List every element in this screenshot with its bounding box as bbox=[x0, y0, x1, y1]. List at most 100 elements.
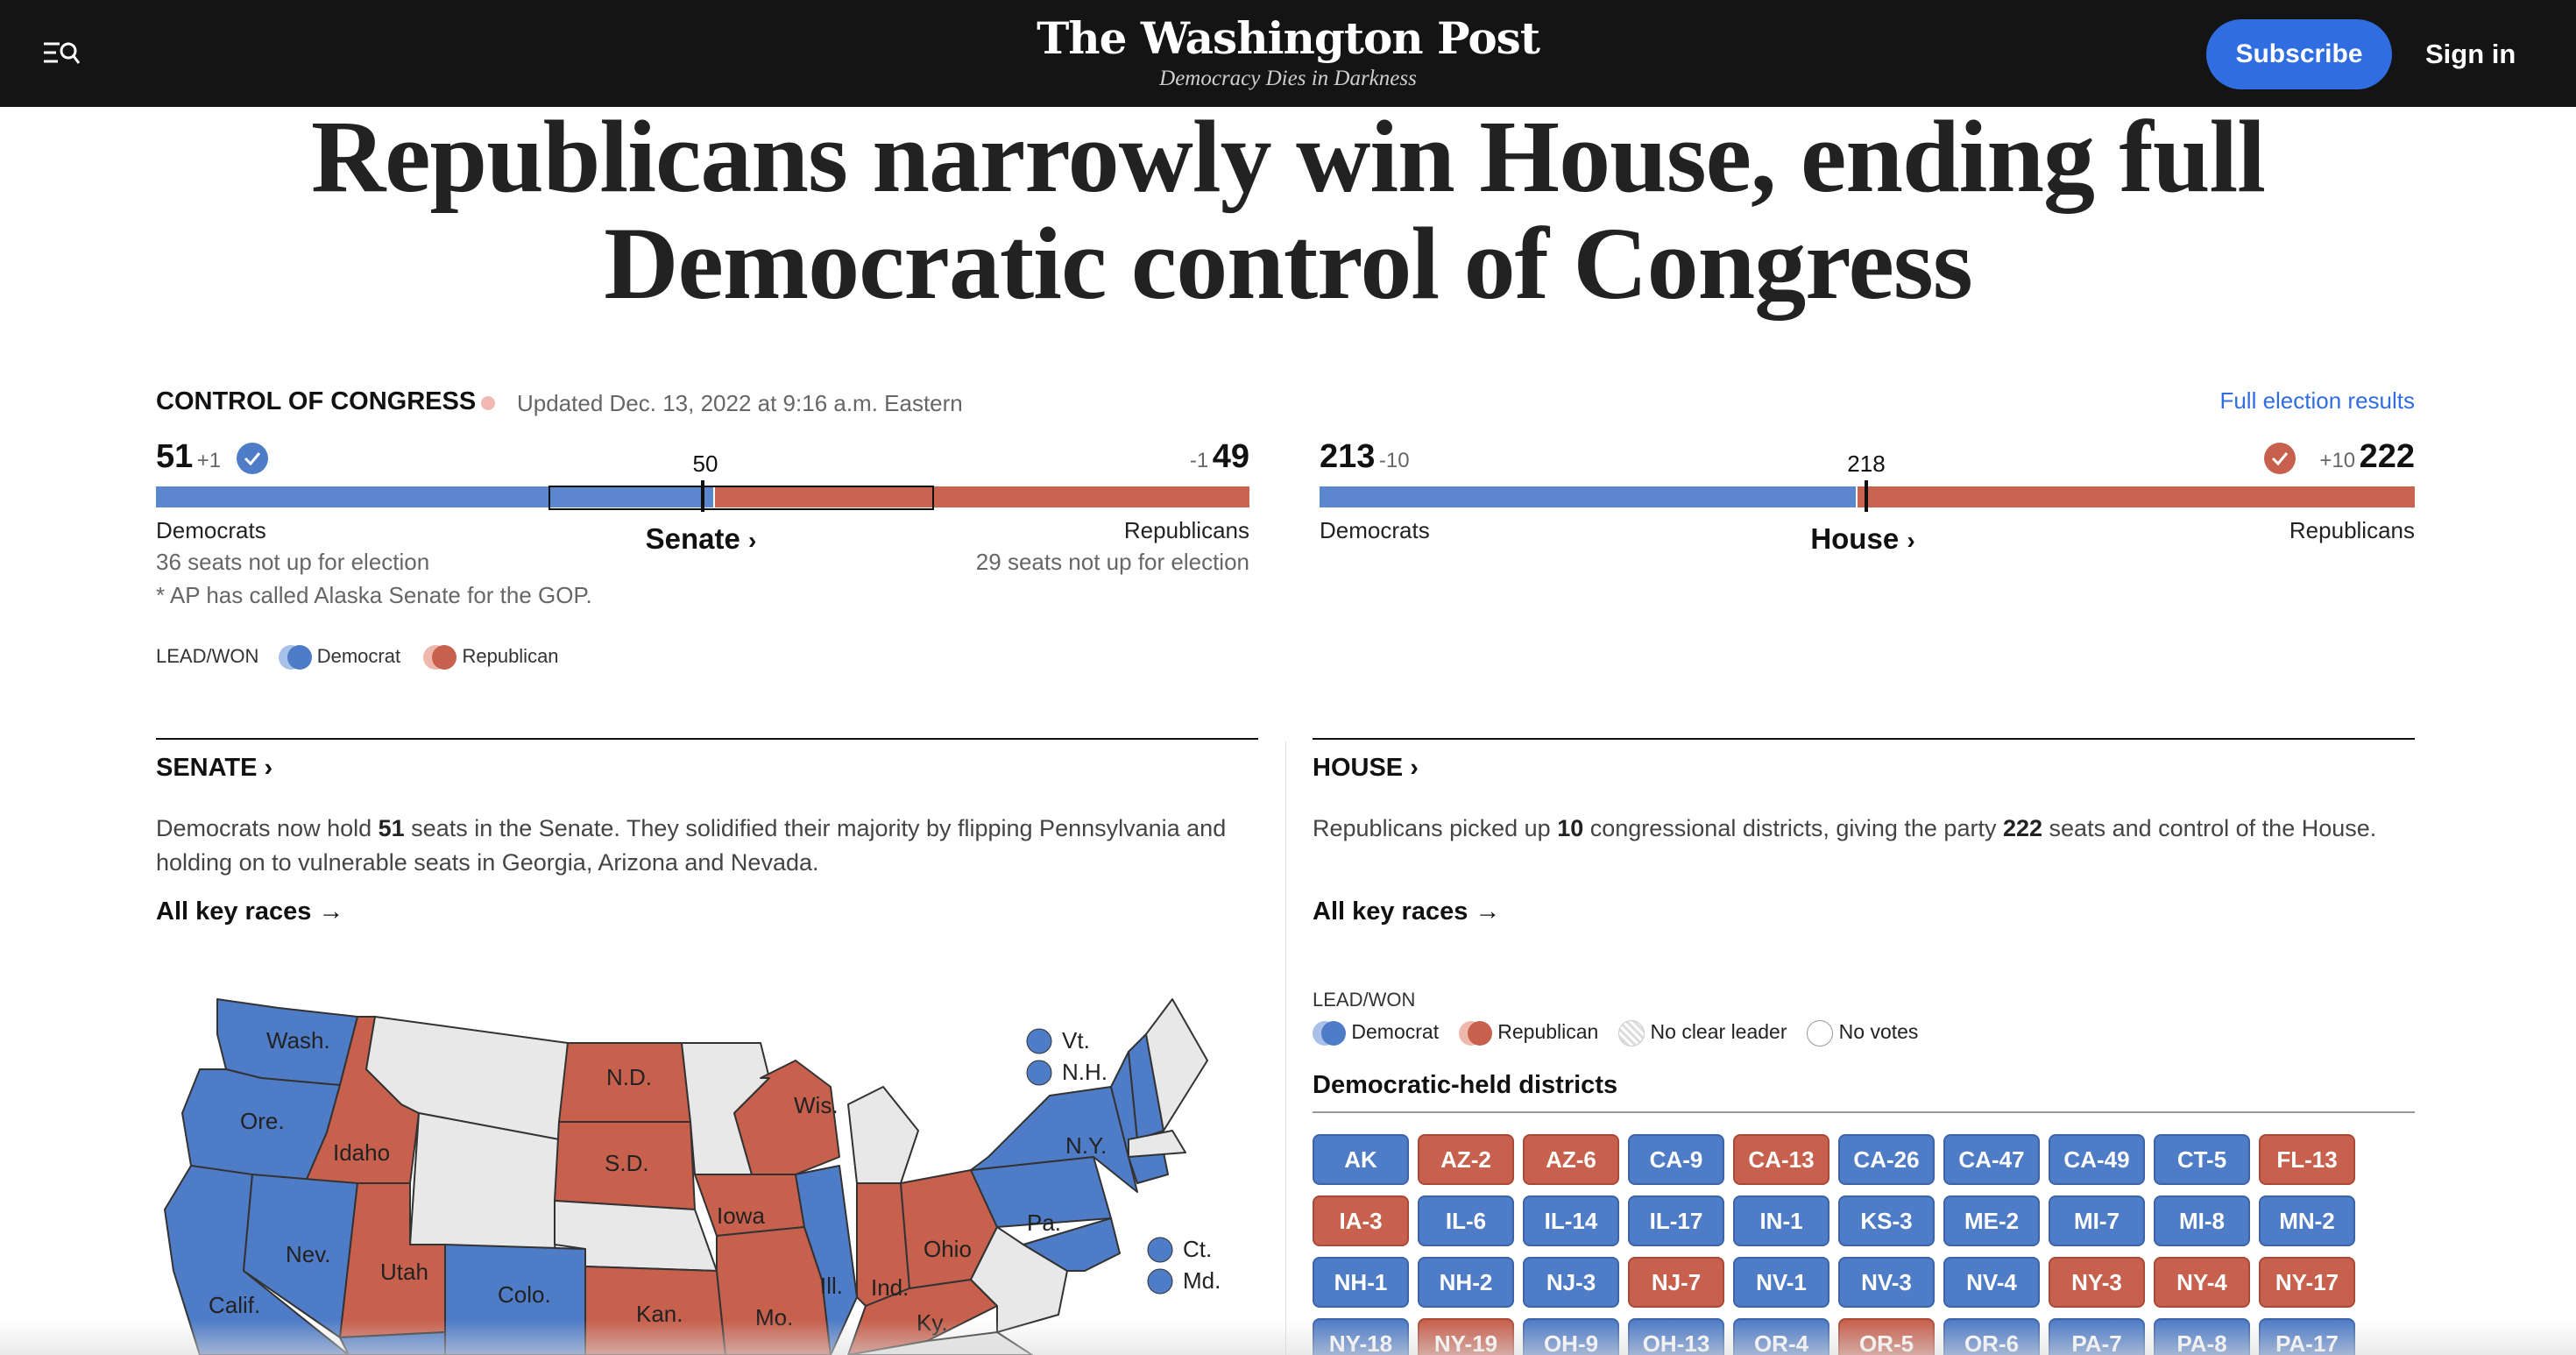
house-dem-count: 213 -10 bbox=[1320, 438, 1410, 476]
senate-section-title-link[interactable]: SENATE › bbox=[156, 754, 272, 783]
district-pill[interactable]: NH-2 bbox=[1418, 1257, 1514, 1308]
senate-dem-seats: 51 bbox=[156, 438, 194, 475]
district-pill[interactable]: CA-9 bbox=[1628, 1134, 1724, 1185]
district-pill[interactable]: NV-3 bbox=[1838, 1257, 1935, 1308]
district-pill[interactable]: IN-1 bbox=[1733, 1195, 1829, 1246]
house-majority-label: 218 bbox=[1847, 450, 1886, 477]
district-pill[interactable]: NY-3 bbox=[2049, 1257, 2145, 1308]
map-state-label: Ct. bbox=[1183, 1236, 1212, 1262]
map-state-label: Ill. bbox=[820, 1273, 843, 1299]
map-state-label: Ind. bbox=[871, 1274, 909, 1301]
districts-rule bbox=[1313, 1111, 2415, 1113]
district-pill[interactable]: ME-2 bbox=[1943, 1195, 2040, 1246]
page-headline: Republicans narrowly win House, ending f… bbox=[310, 99, 2266, 321]
senate-results-map[interactable]: Wash. Ore. Idaho Calif. Nev. Utah Colo. N.D. S.D… bbox=[156, 982, 1225, 1355]
district-pill[interactable]: MI-7 bbox=[2049, 1195, 2145, 1246]
house-key-races-link[interactable]: All key races → bbox=[1313, 897, 1500, 926]
legend-no-clear-leader: No clear leader bbox=[1650, 1020, 1787, 1044]
district-pill[interactable]: NJ-3 bbox=[1523, 1257, 1619, 1308]
site-logo[interactable]: The Washington Post bbox=[0, 12, 2576, 64]
senate-title-link[interactable]: Senate › bbox=[613, 522, 789, 556]
chevron-right-icon: › bbox=[748, 527, 757, 554]
bottom-fade bbox=[0, 1320, 2576, 1355]
senate-key-races-link[interactable]: All key races → bbox=[156, 897, 343, 926]
chevron-right-icon: › bbox=[1907, 527, 1915, 554]
legend-dem: Democrat bbox=[316, 645, 401, 667]
district-pill[interactable]: NJ-7 bbox=[1628, 1257, 1724, 1308]
live-indicator-icon bbox=[481, 396, 495, 410]
senate-seats-up-box bbox=[548, 486, 934, 510]
democratic-held-districts-title: Democratic-held districts bbox=[1313, 1071, 1618, 1099]
house-summary-3: seats and control of the House. bbox=[2042, 815, 2377, 841]
senate-rep-seats: 49 bbox=[1212, 438, 1249, 475]
control-legend: LEAD/WON Democrat Republican bbox=[156, 645, 559, 670]
house-dem-seats: 213 bbox=[1320, 438, 1376, 475]
district-pill[interactable]: AZ-2 bbox=[1418, 1134, 1514, 1185]
district-pill[interactable]: NV-4 bbox=[1943, 1257, 2040, 1308]
district-pill[interactable]: NV-1 bbox=[1733, 1257, 1829, 1308]
house-summary-bold-1: 10 bbox=[1557, 815, 1584, 841]
senate-rep-label: Republicans bbox=[1123, 517, 1249, 543]
district-pill[interactable]: CT-5 bbox=[2154, 1134, 2250, 1185]
map-state-label: Pa. bbox=[1027, 1210, 1061, 1236]
subscribe-button[interactable]: Subscribe bbox=[2206, 19, 2392, 89]
chevron-right-icon: › bbox=[264, 754, 273, 782]
full-election-results-link[interactable]: Full election results bbox=[2190, 387, 2415, 415]
sign-in-link[interactable]: Sign in bbox=[2425, 19, 2516, 89]
district-pill[interactable]: IL-14 bbox=[1523, 1195, 1619, 1246]
district-pill[interactable]: AK bbox=[1313, 1134, 1409, 1185]
district-pill[interactable]: KS-3 bbox=[1838, 1195, 1935, 1246]
no-votes-dot-icon bbox=[1807, 1020, 1834, 1046]
column-divider bbox=[1285, 741, 1286, 1355]
senate-balance-bar bbox=[156, 480, 1249, 512]
map-state-label: Calif. bbox=[209, 1292, 260, 1318]
senate-dem-note: 36 seats not up for election bbox=[156, 549, 430, 575]
district-pill[interactable]: IL-6 bbox=[1418, 1195, 1514, 1246]
house-dem-change: -10 bbox=[1378, 449, 1410, 472]
senate-footnote: * AP has called Alaska Senate for the GO… bbox=[156, 582, 592, 608]
senate-summary-1: Democrats now hold bbox=[156, 815, 379, 841]
district-pill[interactable]: CA-47 bbox=[1943, 1134, 2040, 1185]
house-rep-change: +10 bbox=[2319, 449, 2356, 472]
district-pill[interactable]: MI-8 bbox=[2154, 1195, 2250, 1246]
map-state-michigan bbox=[847, 1086, 919, 1184]
no-clear-leader-dot-icon bbox=[1618, 1020, 1645, 1046]
senate-section-rule bbox=[156, 738, 1258, 740]
map-state-label: Iowa bbox=[717, 1202, 765, 1229]
map-dot-ct bbox=[1147, 1237, 1173, 1263]
senate-dem-change: +1 bbox=[196, 449, 222, 472]
district-pill[interactable]: AZ-6 bbox=[1523, 1134, 1619, 1185]
map-state-label: N.H. bbox=[1062, 1059, 1108, 1085]
house-summary: Republicans picked up 10 congressional d… bbox=[1313, 812, 2415, 846]
senate-key-races-label: All key races bbox=[156, 897, 312, 926]
district-pill[interactable]: IA-3 bbox=[1313, 1195, 1409, 1246]
dem-won-dot-icon bbox=[287, 645, 312, 670]
district-pill[interactable]: NY-17 bbox=[2259, 1257, 2355, 1308]
senate-dem-won-check-icon bbox=[237, 443, 268, 474]
house-majority-marker bbox=[1865, 480, 1868, 512]
district-pill[interactable]: CA-49 bbox=[2049, 1134, 2145, 1185]
house-summary-2: congressional districts, giving the part… bbox=[1583, 815, 2003, 841]
legend-rep: Republican bbox=[1497, 1020, 1599, 1044]
map-state-label: Utah bbox=[380, 1259, 428, 1285]
house-section-rule bbox=[1313, 738, 2415, 740]
house-section-title-link[interactable]: HOUSE › bbox=[1313, 754, 1419, 783]
map-state-label: Colo. bbox=[498, 1281, 551, 1308]
map-dot-md bbox=[1147, 1268, 1173, 1295]
district-pill[interactable]: CA-13 bbox=[1733, 1134, 1829, 1185]
house-title-link[interactable]: House › bbox=[1775, 522, 1950, 556]
district-pill[interactable]: CA-26 bbox=[1838, 1134, 1935, 1185]
house-balance-bar bbox=[1320, 480, 2415, 512]
district-pill[interactable]: MN-2 bbox=[2259, 1195, 2355, 1246]
senate-majority-marker bbox=[701, 480, 704, 512]
dem-won-dot-icon bbox=[1321, 1021, 1346, 1046]
senate-rep-change: -1 bbox=[1189, 449, 1209, 472]
district-pill[interactable]: NH-1 bbox=[1313, 1257, 1409, 1308]
rep-won-dot-icon bbox=[1467, 1021, 1492, 1046]
district-pill[interactable]: FL-13 bbox=[2259, 1134, 2355, 1185]
district-pill[interactable]: IL-17 bbox=[1628, 1195, 1724, 1246]
district-pill[interactable]: NY-4 bbox=[2154, 1257, 2250, 1308]
house-rep-seats: 222 bbox=[2359, 438, 2415, 475]
map-state-label: S.D. bbox=[605, 1150, 649, 1176]
map-state-label: Nev. bbox=[286, 1241, 331, 1267]
